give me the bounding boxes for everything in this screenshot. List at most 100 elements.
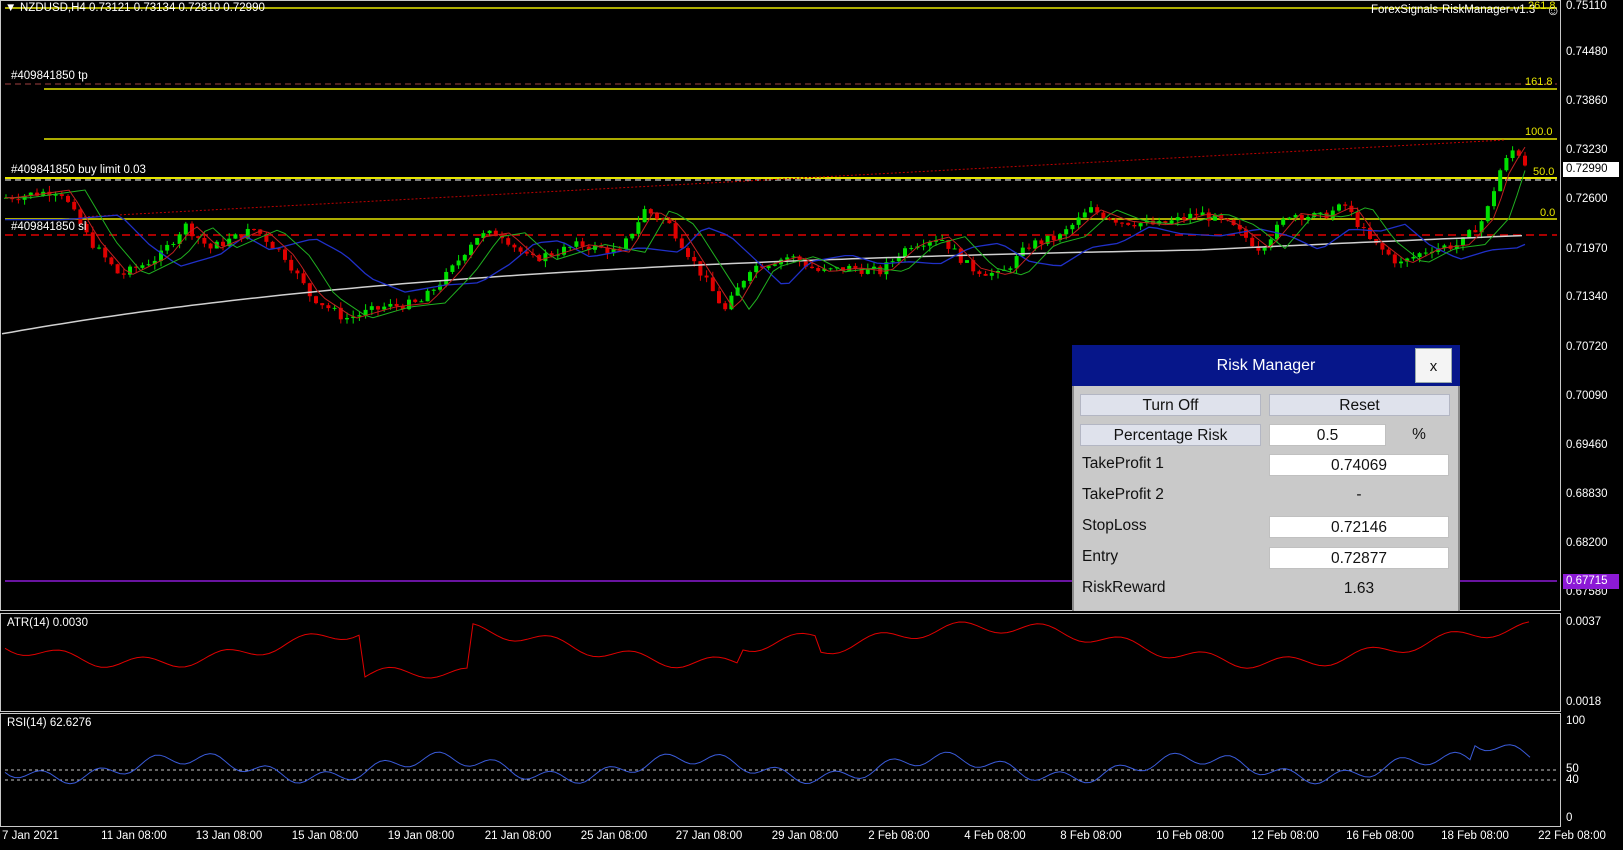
- candle-body: [1206, 212, 1211, 221]
- time-axis-label: 18 Feb 08:00: [1441, 830, 1509, 842]
- candle-body: [221, 241, 225, 247]
- time-axis-label: 13 Jan 08:00: [195, 830, 263, 842]
- candle-body: [183, 223, 188, 235]
- candle-body: [1498, 170, 1503, 192]
- candle-body: [1281, 218, 1286, 225]
- candle-body: [456, 260, 461, 266]
- candle-body: [1392, 254, 1397, 264]
- time-axis-label: 10 Feb 08:00: [1156, 830, 1224, 842]
- price-axis-label: 0.73230: [1566, 144, 1608, 156]
- candle-body: [1386, 249, 1391, 255]
- turn-off-button[interactable]: Turn Off: [1080, 394, 1261, 416]
- candle-body: [283, 249, 287, 260]
- time-axis-label: 19 Jan 08:00: [387, 830, 455, 842]
- candle-body: [624, 238, 628, 249]
- candle-body: [1076, 217, 1081, 225]
- risk-reward-value: 1.63: [1343, 580, 1375, 597]
- candle-body: [636, 222, 641, 234]
- entry-input[interactable]: 0.72877: [1269, 547, 1449, 569]
- price-axis-label: 0.70090: [1566, 390, 1608, 402]
- candle-body: [1008, 268, 1013, 270]
- candle-body: [146, 264, 151, 266]
- candle-body: [1361, 227, 1366, 229]
- close-button[interactable]: x: [1415, 348, 1452, 383]
- candle-body: [90, 232, 95, 248]
- candle-body: [1343, 204, 1348, 206]
- candle-body: [270, 241, 275, 249]
- chart-menu-triangle-icon[interactable]: ▼: [5, 2, 16, 14]
- take-profit-2-label: TakeProfit 2: [1082, 486, 1164, 503]
- candle-body: [1306, 217, 1310, 220]
- candle-body: [1411, 257, 1416, 259]
- candle-body: [252, 228, 256, 230]
- fib-label-261-8: 261.8: [1528, 0, 1556, 12]
- stop-loss-input[interactable]: 0.72146: [1269, 516, 1449, 538]
- candle-body: [965, 260, 969, 263]
- candle-body: [810, 266, 814, 269]
- purple-line-price-tag: 0.67715: [1563, 574, 1619, 589]
- candle-body: [630, 233, 635, 239]
- risk-manager-header[interactable]: Risk Manager x: [1072, 345, 1460, 386]
- atr-line: [4, 621, 1530, 679]
- price-axis-label: 0.72600: [1566, 193, 1608, 205]
- time-axis-label: 15 Jan 08:00: [291, 830, 359, 842]
- candle-body: [1492, 191, 1496, 207]
- risk-manager-panel: Risk Manager x Turn Off Reset Percentage…: [1072, 345, 1460, 611]
- candle-body: [704, 275, 709, 278]
- candle-body: [1138, 223, 1143, 227]
- candle-body: [896, 257, 901, 262]
- atr-axis-label: 0.0018: [1566, 696, 1602, 708]
- candle-body: [524, 251, 529, 254]
- time-axis-label: 22 Feb 08:00: [1538, 830, 1606, 842]
- take-profit-1-input[interactable]: 0.74069: [1269, 454, 1449, 476]
- candle-body: [369, 306, 374, 310]
- candle-body: [1027, 247, 1031, 249]
- candle-body: [723, 303, 728, 310]
- candle-body: [1082, 212, 1087, 218]
- candle-body: [952, 248, 957, 250]
- percentage-risk-button[interactable]: Percentage Risk: [1080, 424, 1261, 446]
- candle-body: [431, 289, 436, 291]
- fib-label-0: 0.0: [1540, 207, 1556, 219]
- candle-body: [97, 247, 101, 249]
- candle-body: [512, 244, 517, 248]
- candle-body: [1417, 253, 1422, 258]
- rsi-axis-label: 0: [1566, 812, 1573, 824]
- price-axis-label: 0.69460: [1566, 439, 1608, 451]
- time-axis-label: 16 Feb 08:00: [1346, 830, 1414, 842]
- candle-body: [617, 248, 622, 250]
- ma-white-line: [1, 234, 1523, 335]
- reset-button[interactable]: Reset: [1269, 394, 1450, 416]
- time-axis-label: 27 Jan 08:00: [675, 830, 743, 842]
- fib-label-161-8: 161.8: [1525, 76, 1553, 88]
- candle-body: [208, 243, 213, 249]
- time-axis-label: 21 Jan 08:00: [484, 830, 552, 842]
- entry-label: Entry: [1082, 548, 1119, 565]
- ma-blue-line: [5, 214, 1526, 293]
- candle-body: [295, 270, 300, 274]
- candle-body: [890, 261, 895, 263]
- time-axis-label: 8 Feb 08:00: [1060, 830, 1122, 842]
- order-tp-label: #409841850 tp: [11, 70, 88, 82]
- candle-body: [307, 283, 312, 297]
- atr-axis-label: 0.0037: [1566, 616, 1602, 628]
- candle-body: [462, 254, 467, 261]
- candle-body: [748, 272, 752, 281]
- candle-body: [1250, 237, 1255, 247]
- candle-body: [413, 299, 418, 302]
- candle-body: [698, 261, 703, 276]
- time-axis-label: 12 Feb 08:00: [1251, 830, 1319, 842]
- candle-body: [1349, 205, 1354, 213]
- candle-body: [382, 306, 387, 310]
- candle-body: [673, 223, 678, 239]
- candle-body: [977, 271, 982, 274]
- percentage-risk-input[interactable]: 0.5: [1269, 424, 1386, 446]
- rsi-axis-label: 100: [1566, 715, 1586, 727]
- candle-body: [1113, 219, 1118, 223]
- candle-body: [233, 234, 238, 239]
- candle-body: [202, 237, 207, 244]
- candle-body: [1070, 224, 1075, 230]
- candle-body: [686, 248, 690, 257]
- candle-body: [1020, 247, 1025, 257]
- candle-body: [444, 271, 449, 285]
